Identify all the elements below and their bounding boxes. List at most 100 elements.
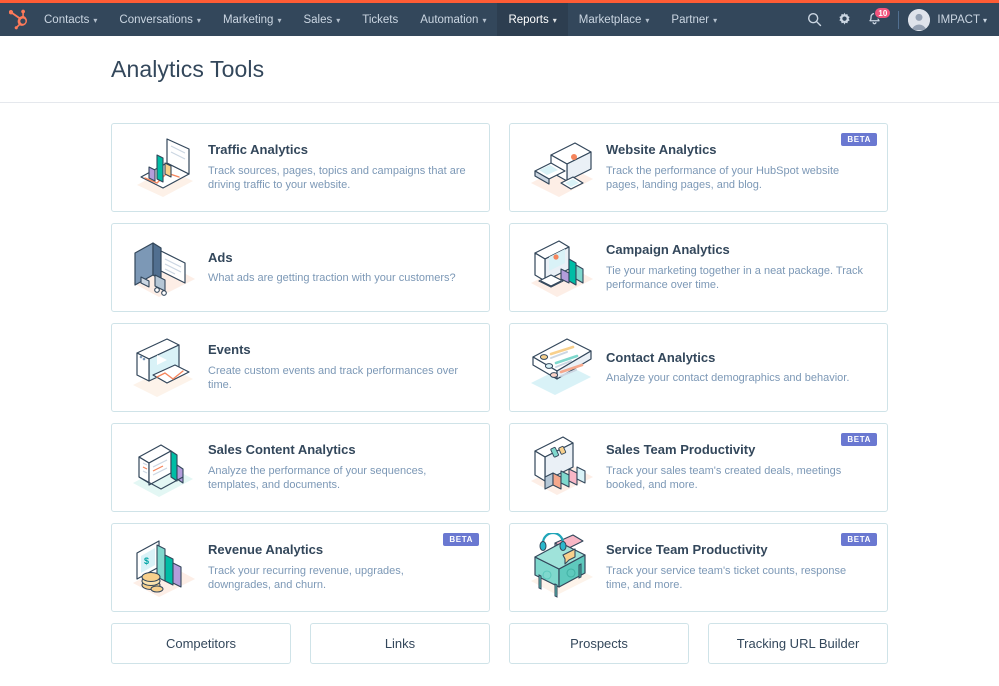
nav-item-label: Conversations [119,13,193,26]
beta-badge: BETA [841,433,877,446]
hubspot-logo[interactable] [0,3,33,36]
settings-button[interactable] [829,3,859,36]
card-ads[interactable]: Ads What ads are getting traction with y… [111,223,490,312]
card-title: Campaign Analytics [606,242,730,258]
card-text: Service Team Productivity Track your ser… [606,542,873,592]
analytics-tools-grid: Traffic Analytics Track sources, pages, … [111,123,888,612]
card-title: Ads [208,249,233,265]
nav-item-tickets[interactable]: Tickets [351,3,409,36]
card-title: Service Team Productivity [606,542,768,558]
card-description: Track the performance of your HubSpot we… [606,165,840,192]
page-title: Analytics Tools [111,55,265,82]
search-button[interactable] [799,3,829,36]
search-icon [807,12,822,27]
card-contact-analytics[interactable]: Contact Analytics Analyze your contact d… [509,323,888,412]
chevron-down-icon: ▾ [93,16,98,25]
nav-item-label: Marketplace [578,13,642,26]
nav-item-sales[interactable]: Sales ▾ [292,3,351,36]
nav-item-marketing[interactable]: Marketing ▾ [212,3,293,36]
card-description: Track your recurring revenue, upgrades, … [208,565,404,592]
campaign-analytics-illustration-icon [524,232,600,304]
nav-item-contacts[interactable]: Contacts ▾ [33,3,108,36]
nav-item-label: Tickets [362,13,399,26]
nav-item-marketplace[interactable]: Marketplace ▾ [568,3,661,36]
website-analytics-illustration-icon [524,132,600,204]
beta-badge: BETA [841,133,877,146]
chevron-down-icon: ▾ [277,16,282,25]
tool-button-prospects[interactable]: Prospects [509,623,689,664]
service-team-productivity-illustration-icon [524,532,600,604]
avatar [908,8,931,31]
card-traffic-analytics[interactable]: Traffic Analytics Track sources, pages, … [111,123,490,212]
traffic-analytics-illustration-icon [126,132,202,204]
chevron-down-icon: ▾ [336,16,341,25]
card-title: Sales Team Productivity [606,442,756,458]
card-title: Traffic Analytics [208,142,308,158]
card-text: Events Create custom events and track pe… [208,342,475,392]
nav-divider [898,10,900,29]
card-events[interactable]: Events Create custom events and track pe… [111,323,490,412]
account-name-label: IMPACT [937,13,980,26]
hubspot-sprocket-logo [8,9,27,30]
card-website-analytics[interactable]: Website Analytics Track the performance … [509,123,888,212]
nav-item-label: Automation [420,13,479,26]
card-title: Events [208,342,251,358]
nav-item-label: Contacts [44,13,90,26]
card-title: Contact Analytics [606,349,716,365]
card-title: Revenue Analytics [208,542,324,558]
card-service-team-productivity[interactable]: Service Team Productivity Track your ser… [509,523,888,612]
card-title: Website Analytics [606,142,717,158]
card-description: Analyze your contact demographics and be… [606,372,850,385]
card-revenue-analytics[interactable]: $ Revenue Analytics Track your recurring… [111,523,490,612]
card-title: Sales Content Analytics [208,442,356,458]
sales-team-productivity-illustration-icon [524,432,600,504]
card-description: What ads are getting traction with your … [208,272,456,285]
events-illustration-icon [126,332,202,404]
nav-item-partner[interactable]: Partner ▾ [660,3,728,36]
beta-badge: BETA [841,533,877,546]
card-description: Analyze the performance of your sequence… [208,465,427,492]
tool-button-tracking-url-builder[interactable]: Tracking URL Builder [708,623,888,664]
account-menu[interactable]: IMPACT ▾ [908,8,987,31]
card-description: Track your sales team's created deals, m… [606,465,842,492]
card-description: Tie your marketing together in a neat pa… [606,265,864,292]
card-sales-content-analytics[interactable]: Sales Content Analytics Analyze the perf… [111,423,490,512]
account-name: IMPACT ▾ [937,14,987,26]
revenue-analytics-illustration-icon: $ [126,532,202,604]
card-description: Create custom events and track performan… [208,365,459,392]
card-text: Ads What ads are getting traction with y… [208,250,464,286]
card-sales-team-productivity[interactable]: Sales Team Productivity Track your sales… [509,423,888,512]
chevron-down-icon: ▾ [645,16,650,25]
card-description: Track sources, pages, topics and campaig… [208,165,466,192]
page-header: Analytics Tools [0,36,999,103]
chevron-down-icon: ▾ [196,16,201,25]
notifications-button[interactable]: 10 [859,3,892,36]
card-description: Track your service team's ticket counts,… [606,565,847,592]
nav-item-label: Partner [671,13,710,26]
tool-button-competitors[interactable]: Competitors [111,623,291,664]
card-text: Sales Team Productivity Track your sales… [606,442,873,492]
top-navigation-bar: Contacts ▾ Conversations ▾ Marketing ▾ S… [0,0,999,36]
card-text: Contact Analytics Analyze your contact d… [606,350,857,386]
tool-buttons-row: Competitors Links Prospects Tracking URL… [111,623,888,664]
card-text: Campaign Analytics Tie your marketing to… [606,242,873,292]
nav-item-label: Reports [508,13,549,26]
nav-item-label: Sales [303,13,333,26]
notification-count-badge: 10 [874,7,892,19]
card-text: Revenue Analytics Track your recurring r… [208,542,475,592]
ads-illustration-icon [126,232,202,304]
contact-analytics-illustration-icon [524,332,600,404]
nav-item-automation[interactable]: Automation ▾ [409,3,497,36]
nav-right-tools: 10 IMPACT ▾ [799,3,999,36]
nav-item-label: Marketing [222,13,274,26]
sales-content-analytics-illustration-icon [126,432,202,504]
tool-button-links[interactable]: Links [310,623,490,664]
chevron-down-icon: ▾ [482,16,487,25]
nav-item-reports[interactable]: Reports ▾ [497,3,568,36]
chevron-down-icon: ▾ [552,16,557,25]
user-avatar-icon [908,8,931,31]
card-text: Traffic Analytics Track sources, pages, … [208,142,475,192]
card-text: Sales Content Analytics Analyze the perf… [208,442,475,492]
card-campaign-analytics[interactable]: Campaign Analytics Tie your marketing to… [509,223,888,312]
nav-item-conversations[interactable]: Conversations ▾ [108,3,212,36]
